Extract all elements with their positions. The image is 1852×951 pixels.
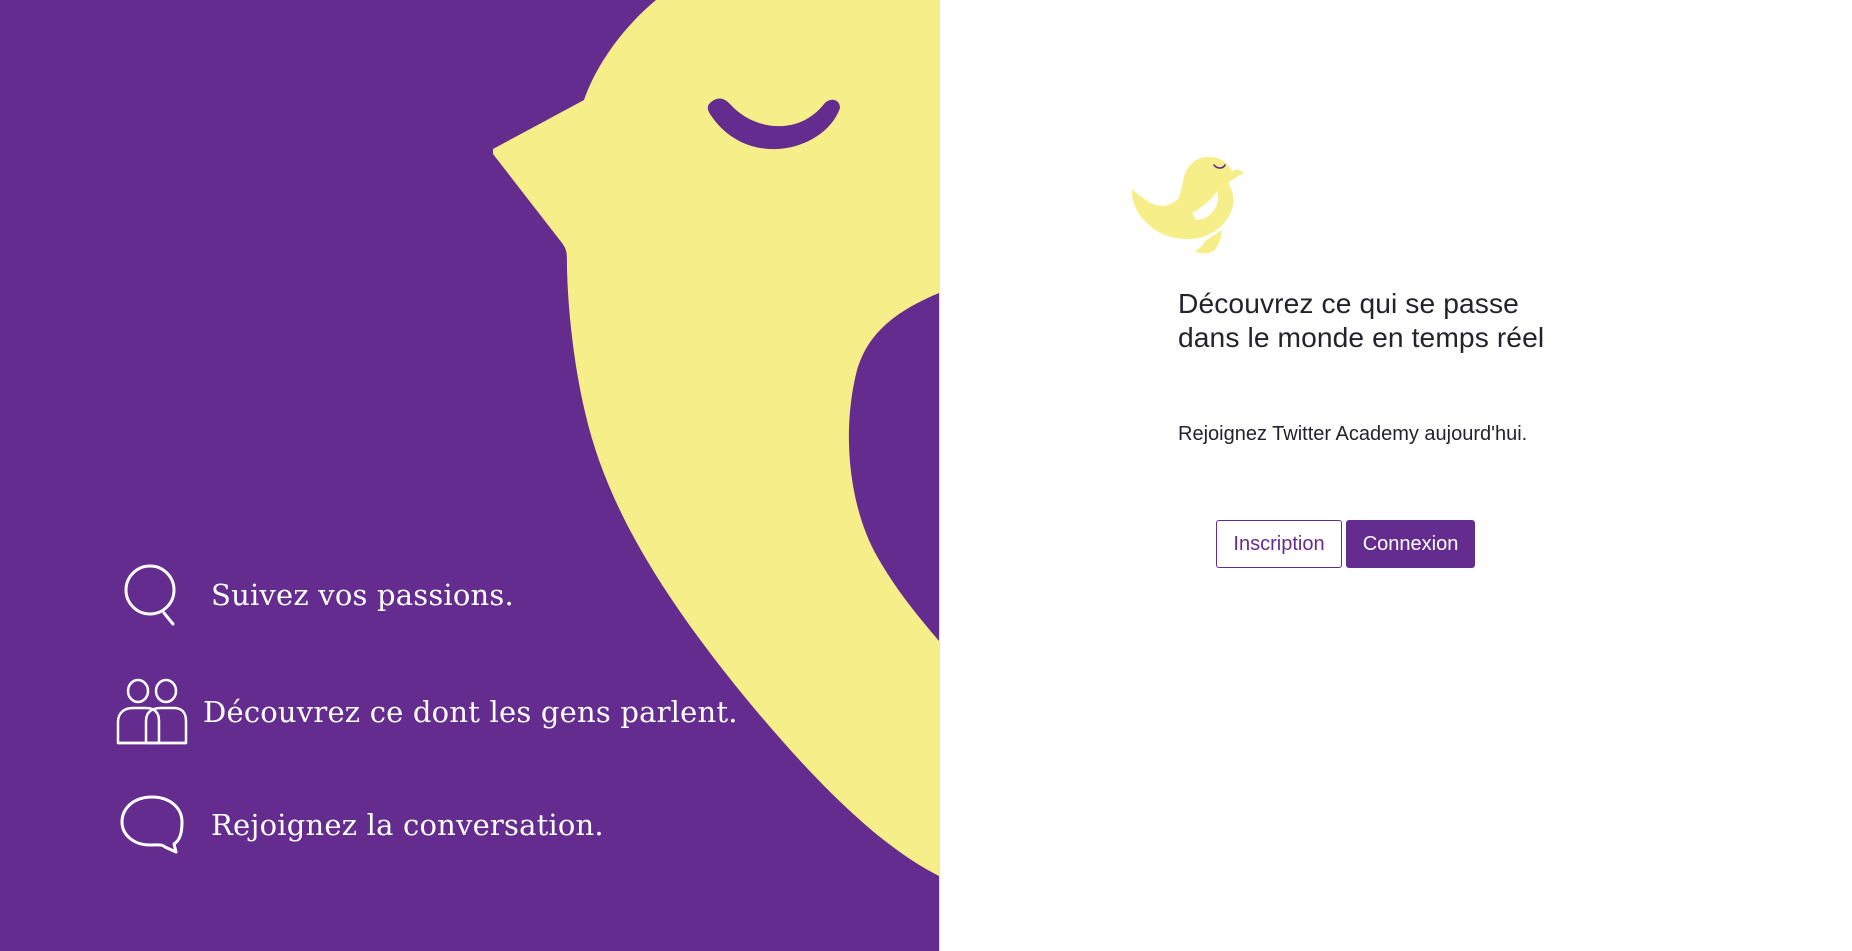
login-page: Suivez vos passions. Découvrez ce dont l… (0, 0, 1852, 951)
brand-panel: Suivez vos passions. Découvrez ce dont l… (0, 0, 939, 951)
feature-label: Suivez vos passions. (211, 577, 514, 612)
feature-label: Découvrez ce dont les gens parlent. (203, 694, 738, 729)
feature-label: Rejoignez la conversation. (211, 807, 604, 842)
page-title: Découvrez ce qui se passe dans le monde … (1178, 287, 1545, 353)
search-icon (112, 555, 192, 635)
speech-bubble-icon (112, 785, 192, 865)
page-subtitle: Rejoignez Twitter Academy aujourd'hui. (1178, 423, 1528, 445)
people-icon (112, 672, 192, 752)
feature-discover-topics: Découvrez ce dont les gens parlent. (112, 672, 738, 752)
login-button[interactable]: Connexion (1346, 520, 1475, 568)
bird-logo-icon (1130, 150, 1250, 256)
signup-button[interactable]: Inscription (1216, 520, 1342, 568)
feature-join-conversation: Rejoignez la conversation. (112, 785, 604, 865)
feature-follow-passions: Suivez vos passions. (112, 555, 514, 635)
signup-panel: Découvrez ce qui se passe dans le monde … (940, 0, 1852, 951)
